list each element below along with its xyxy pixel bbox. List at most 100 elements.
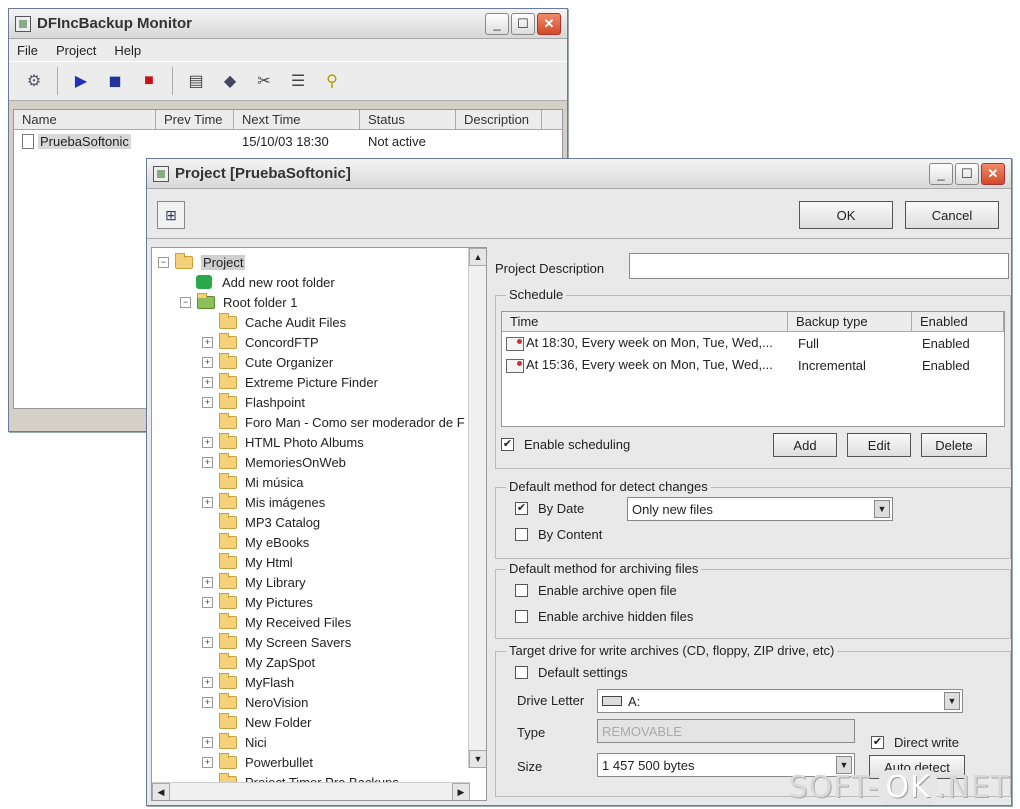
tree-item-folder[interactable]: New Folder xyxy=(152,712,486,732)
col-next-time[interactable]: Next Time xyxy=(234,110,360,129)
expand-icon[interactable]: + xyxy=(202,396,213,408)
checkbox-box[interactable] xyxy=(515,610,528,623)
pause-icon[interactable]: ◼ xyxy=(100,66,130,96)
properties-icon[interactable]: ▤ xyxy=(181,66,211,96)
play-icon[interactable]: ▶ xyxy=(66,66,96,96)
tree-item-folder[interactable]: + My Pictures xyxy=(152,592,486,612)
add-schedule-button[interactable]: Add xyxy=(773,433,837,457)
detect-method-select[interactable]: Only new files ▼ xyxy=(627,497,893,521)
expand-icon[interactable]: + xyxy=(202,576,213,588)
tree-item-add-root[interactable]: Add new root folder xyxy=(152,272,486,292)
menu-help[interactable]: Help xyxy=(114,43,141,58)
col-description[interactable]: Description xyxy=(456,110,542,129)
tree-item-folder[interactable]: My Html xyxy=(152,552,486,572)
tree-item-project[interactable]: − Project xyxy=(152,252,486,272)
tree-item-folder[interactable]: + HTML Photo Albums xyxy=(152,432,486,452)
tree-item-folder[interactable]: My eBooks xyxy=(152,532,486,552)
tree-horizontal-scrollbar[interactable]: ◀ ▶ xyxy=(152,782,470,800)
expand-icon[interactable]: + xyxy=(202,636,213,648)
table-row[interactable]: At 15:36, Every week on Mon, Tue, Wed,..… xyxy=(502,354,1004,376)
chevron-down-icon[interactable]: ▼ xyxy=(944,692,960,710)
col-status[interactable]: Status xyxy=(360,110,456,129)
tree-item-folder[interactable]: Mi música xyxy=(152,472,486,492)
tree-item-folder[interactable]: + NeroVision xyxy=(152,692,486,712)
by-date-checkbox[interactable]: ✔ By Date xyxy=(515,501,584,516)
chevron-down-icon[interactable]: ▼ xyxy=(874,500,890,518)
tree-item-folder[interactable]: Cache Audit Files xyxy=(152,312,486,332)
tree-item-folder[interactable]: + Mis imágenes xyxy=(152,492,486,512)
tree-item-folder[interactable]: MP3 Catalog xyxy=(152,512,486,532)
tree-item-folder[interactable]: Foro Man - Como ser moderador de F xyxy=(152,412,486,432)
drive-letter-select[interactable]: A: ▼ xyxy=(597,689,963,713)
enable-scheduling-checkbox[interactable]: ✔ Enable scheduling xyxy=(501,437,630,452)
minimize-button[interactable]: _ xyxy=(485,12,509,35)
checkbox-box[interactable]: ✔ xyxy=(871,736,884,749)
default-settings-checkbox[interactable]: Default settings xyxy=(515,665,628,680)
checkbox-box[interactable]: ✔ xyxy=(515,502,528,515)
direct-write-checkbox[interactable]: ✔ Direct write xyxy=(871,735,959,750)
scroll-left-icon[interactable]: ◀ xyxy=(152,783,170,800)
project-titlebar[interactable]: Project [PruebaSoftonic] _ ☐ ✕ xyxy=(147,159,1011,189)
close-button[interactable]: ✕ xyxy=(981,162,1005,185)
stop-icon[interactable]: ■ xyxy=(134,66,164,96)
table-row[interactable]: PruebaSoftonic 15/10/03 18:30 Not active xyxy=(14,130,562,152)
tree-item-folder[interactable]: + Extreme Picture Finder xyxy=(152,372,486,392)
cancel-button[interactable]: Cancel xyxy=(905,201,999,229)
tree-item-folder[interactable]: My ZapSpot xyxy=(152,652,486,672)
tree-item-folder[interactable]: + My Screen Savers xyxy=(152,632,486,652)
expand-icon[interactable]: + xyxy=(202,756,213,768)
folder-tree[interactable]: − Project Add new root folder − Root fol… xyxy=(151,247,487,801)
expand-icon[interactable]: + xyxy=(202,436,213,448)
checkbox-box[interactable] xyxy=(515,584,528,597)
tree-item-folder[interactable]: + ConcordFTP xyxy=(152,332,486,352)
monitor-titlebar[interactable]: DFIncBackup Monitor _ ☐ ✕ xyxy=(9,9,567,39)
tree-view-icon[interactable]: ⊞ xyxy=(157,201,185,229)
menu-file[interactable]: File xyxy=(17,43,38,58)
col-time[interactable]: Time xyxy=(502,312,788,331)
tip-icon[interactable]: ⚲ xyxy=(317,66,347,96)
close-button[interactable]: ✕ xyxy=(537,12,561,35)
expand-icon[interactable]: + xyxy=(202,456,213,468)
minimize-button[interactable]: _ xyxy=(929,162,953,185)
col-enabled[interactable]: Enabled xyxy=(912,312,1004,331)
tree-vertical-scrollbar[interactable]: ▲ ▼ xyxy=(468,248,486,768)
ok-button[interactable]: OK xyxy=(799,201,893,229)
checkbox-box[interactable] xyxy=(515,528,528,541)
expand-icon[interactable]: + xyxy=(202,376,213,388)
menu-project[interactable]: Project xyxy=(56,43,96,58)
scroll-down-icon[interactable]: ▼ xyxy=(469,750,486,768)
scroll-right-icon[interactable]: ▶ xyxy=(452,783,470,800)
archive-hidden-checkbox[interactable]: Enable archive hidden files xyxy=(515,609,693,624)
archive-open-checkbox[interactable]: Enable archive open file xyxy=(515,583,677,598)
tree-item-folder[interactable]: + Nici xyxy=(152,732,486,752)
expand-icon[interactable]: + xyxy=(202,676,213,688)
by-content-checkbox[interactable]: By Content xyxy=(515,527,602,542)
collapse-icon[interactable]: − xyxy=(158,256,169,268)
expand-icon[interactable]: + xyxy=(202,496,213,508)
collapse-icon[interactable]: − xyxy=(180,296,191,308)
checkbox-box[interactable]: ✔ xyxy=(501,438,514,451)
scroll-up-icon[interactable]: ▲ xyxy=(469,248,486,266)
tree-item-folder[interactable]: + Flashpoint xyxy=(152,392,486,412)
tree-item-folder[interactable]: + Powerbullet xyxy=(152,752,486,772)
col-backup-type[interactable]: Backup type xyxy=(788,312,912,331)
delete-schedule-button[interactable]: Delete xyxy=(921,433,987,457)
tree-item-folder[interactable]: My Received Files xyxy=(152,612,486,632)
log-icon[interactable]: ☰ xyxy=(283,66,313,96)
tree-item-folder[interactable]: + Cute Organizer xyxy=(152,352,486,372)
tree-item-folder[interactable]: + MyFlash xyxy=(152,672,486,692)
tree-item-folder[interactable]: + My Library xyxy=(152,572,486,592)
archive-icon[interactable]: ◆ xyxy=(215,66,245,96)
expand-icon[interactable]: + xyxy=(202,356,213,368)
col-prev-time[interactable]: Prev Time xyxy=(156,110,234,129)
edit-schedule-button[interactable]: Edit xyxy=(847,433,911,457)
expand-icon[interactable]: + xyxy=(202,336,213,348)
table-row[interactable]: At 18:30, Every week on Mon, Tue, Wed,..… xyxy=(502,332,1004,354)
maximize-button[interactable]: ☐ xyxy=(955,162,979,185)
tools-icon[interactable]: ✂ xyxy=(249,66,279,96)
wizard-icon[interactable]: ⚙ xyxy=(19,66,49,96)
schedule-list[interactable]: Time Backup type Enabled At 18:30, Every… xyxy=(501,311,1005,427)
scroll-track[interactable] xyxy=(469,266,486,750)
maximize-button[interactable]: ☐ xyxy=(511,12,535,35)
expand-icon[interactable]: + xyxy=(202,596,213,608)
